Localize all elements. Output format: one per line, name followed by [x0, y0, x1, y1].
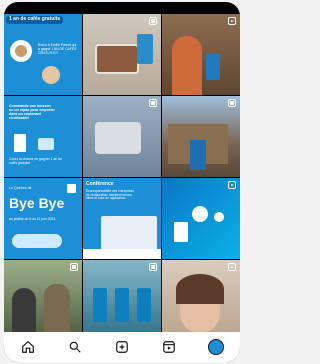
meal-container-photo — [95, 44, 139, 74]
post-4-text: Commande une boisson ou un repas pour em… — [9, 104, 55, 121]
person-photo — [172, 36, 202, 95]
grid-post-12[interactable] — [162, 260, 240, 341]
winner-photo — [42, 66, 60, 84]
home-icon[interactable] — [18, 337, 38, 357]
post-7-sub: au jetable du 5 au 11 juin 2023. — [9, 217, 57, 221]
reel-icon — [228, 263, 236, 271]
profile-avatar[interactable] — [206, 337, 226, 357]
post-1-badge: 1 an de cafés gratuits — [6, 16, 64, 24]
blue-cup-photo — [206, 54, 220, 80]
conference-logo-bar — [83, 249, 161, 259]
container-photo — [95, 122, 141, 154]
dollar-icon — [192, 206, 208, 222]
post-8-text: Écoresponsabilité des entreprises de res… — [86, 189, 134, 201]
reusable-cup-illustration — [14, 134, 26, 152]
create-icon[interactable] — [112, 337, 132, 357]
dollar-icon — [214, 212, 224, 222]
grid-post-8[interactable]: Conférence Écoresponsabilité des entrepr… — [83, 178, 161, 259]
search-icon[interactable] — [65, 337, 85, 357]
post-grid: 1 an de cafés gratuits Bravo à Emilie Pa… — [4, 14, 240, 341]
blue-cup-photo — [137, 34, 153, 64]
carousel-icon — [149, 17, 157, 25]
reel-icon — [228, 181, 236, 189]
post-4-footer: Cours la chance de gagner 1 an de cafés … — [9, 157, 62, 165]
blue-cup-photo — [190, 140, 206, 170]
grid-post-6[interactable] — [162, 96, 240, 177]
person-hair-photo — [176, 274, 224, 304]
post-8-title: Conférence — [86, 181, 114, 187]
calendar-icon — [67, 184, 76, 193]
grid-post-1[interactable]: 1 an de cafés gratuits Bravo à Emilie Pa… — [4, 14, 82, 95]
grid-post-2[interactable] — [83, 14, 161, 95]
coffee-cup-illustration — [10, 40, 32, 62]
instagram-profile-screen: 1 an de cafés gratuits Bravo à Emilie Pa… — [4, 2, 240, 362]
grid-post-10[interactable] — [4, 260, 82, 341]
carousel-icon — [228, 99, 236, 107]
grid-post-3[interactable] — [162, 14, 240, 95]
carousel-icon — [149, 263, 157, 271]
grid-post-5[interactable] — [83, 96, 161, 177]
post-7-small: Le Québec dit — [9, 186, 32, 190]
blue-cup-photo — [115, 288, 129, 322]
reusable-container-illustration — [38, 138, 54, 150]
blue-cup-photo — [137, 288, 151, 322]
carousel-icon — [70, 263, 78, 271]
grid-post-7[interactable]: Le Québec dit Bye Bye au jetable du 5 au… — [4, 178, 82, 259]
post-1-text: Bravo à Emilie Parent qui a gagné 1 AN D… — [38, 43, 77, 55]
reels-icon[interactable] — [159, 337, 179, 357]
post-7-title: Bye Bye — [9, 195, 65, 211]
reel-icon — [228, 17, 236, 25]
grid-post-4[interactable]: Commande une boisson ou un repas pour em… — [4, 96, 82, 177]
grid-post-11[interactable] — [83, 260, 161, 341]
cup-illustration — [174, 222, 188, 242]
blue-cup-photo — [93, 288, 107, 322]
carousel-icon — [149, 99, 157, 107]
bye-bye-illustration — [12, 234, 62, 248]
grid-post-9[interactable] — [162, 178, 240, 259]
bottom-nav — [4, 332, 240, 362]
